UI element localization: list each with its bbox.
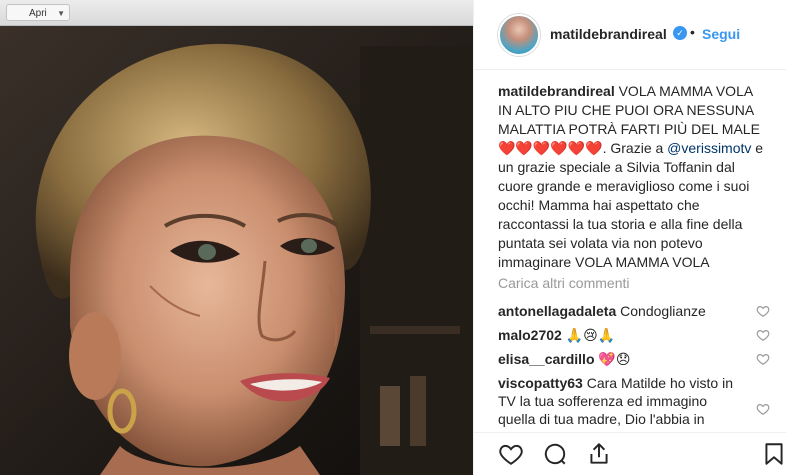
open-with-button[interactable]: Apri ▼ <box>6 4 70 21</box>
comment-like-heart-icon[interactable] <box>756 304 770 318</box>
share-icon[interactable] <box>586 441 612 467</box>
comment-username-link[interactable]: elisa__cardillo <box>498 351 595 367</box>
caption-mention-link[interactable]: @verissimotv <box>667 140 751 156</box>
comment-username-link[interactable]: antonellagadaleta <box>498 303 616 319</box>
heart-icon[interactable] <box>498 441 524 467</box>
post-caption: matildebrandireal VOLA MAMMA VOLA IN ALT… <box>498 82 764 272</box>
comments-area[interactable]: matildebrandireal VOLA MAMMA VOLA IN ALT… <box>474 70 786 432</box>
comment-username-link[interactable]: malo2702 <box>498 327 562 343</box>
comment-item: antonellagadaleta Condoglianze <box>498 302 760 320</box>
follow-button[interactable]: Segui <box>702 26 740 42</box>
comment-item: malo2702 🙏😢🙏 <box>498 326 760 344</box>
comment-text: 💖😞 <box>598 351 631 367</box>
post-photo[interactable]: Apri ▼ <box>0 0 473 475</box>
comment-like-heart-icon[interactable] <box>756 328 770 342</box>
comment-like-heart-icon[interactable] <box>756 352 770 366</box>
separator-dot: • <box>690 24 695 40</box>
bookmark-icon[interactable] <box>761 441 786 467</box>
header-username-link[interactable]: matildebrandireal <box>550 26 667 42</box>
comment-item: elisa__cardillo 💖😞 <box>498 350 760 368</box>
post-side-panel: matildebrandireal ✓ • Segui matildebrand… <box>473 0 786 475</box>
chevron-down-icon: ▼ <box>57 9 65 18</box>
load-more-comments-button[interactable]: Carica altri commenti <box>498 275 629 291</box>
comment-text: 🙏😢🙏 <box>565 327 616 343</box>
comment-icon[interactable] <box>542 441 568 467</box>
caption-text-2: e un grazie speciale a Silvia Toffanin d… <box>498 140 764 270</box>
portrait-image <box>0 26 473 475</box>
caption-username-link[interactable]: matildebrandireal <box>498 83 615 99</box>
comment-text: Condoglianze <box>620 303 706 319</box>
comment-like-heart-icon[interactable] <box>756 402 770 416</box>
comment-item: viscopatty63 Cara Matilde ho visto in TV… <box>498 374 743 428</box>
open-with-label: Apri <box>29 8 47 19</box>
post-actions-bar <box>474 432 786 475</box>
comment-username-link[interactable]: viscopatty63 <box>498 375 583 391</box>
avatar[interactable] <box>498 14 540 56</box>
photo-viewer-toolbar: Apri ▼ <box>0 0 473 26</box>
post-header: matildebrandireal ✓ • Segui <box>474 0 786 70</box>
verified-badge-icon: ✓ <box>673 26 687 40</box>
